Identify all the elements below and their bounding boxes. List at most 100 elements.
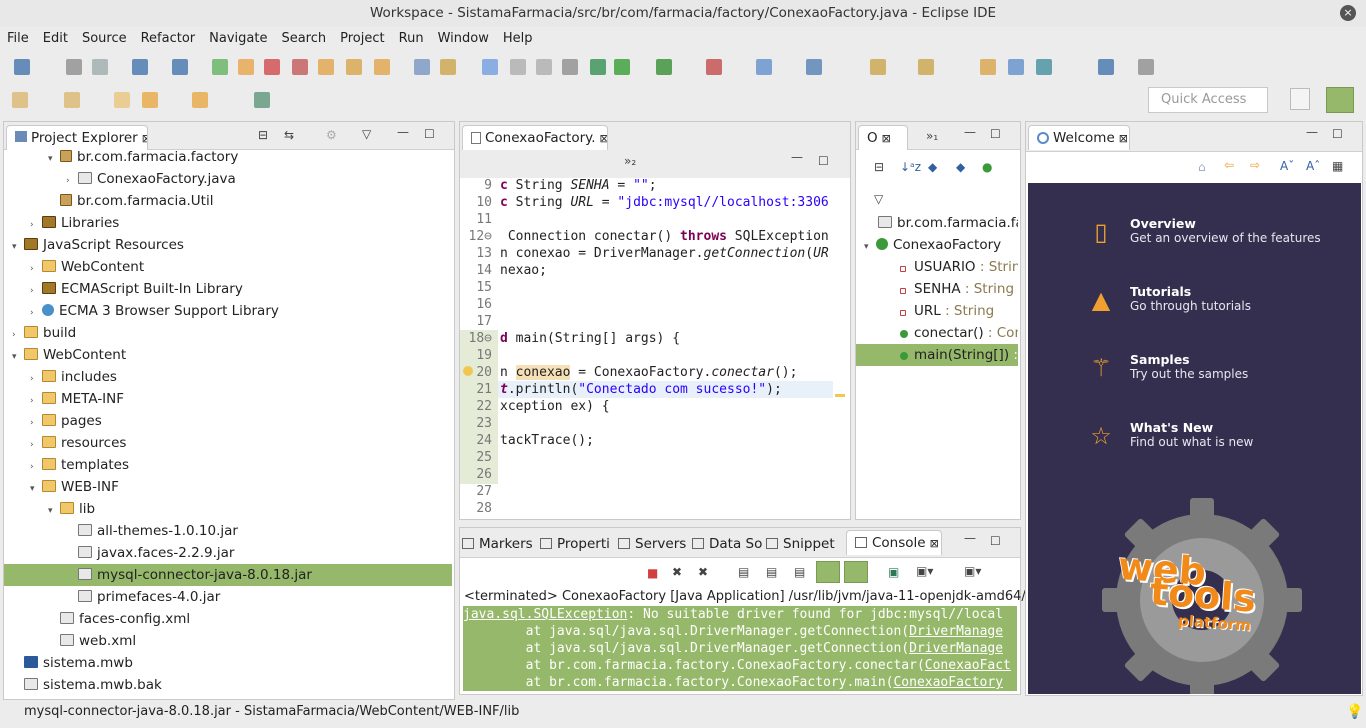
hide-static-icon[interactable]: ◆ <box>956 160 965 174</box>
toolbar-icon[interactable] <box>64 92 80 108</box>
editor-overflow-list[interactable]: »₂ <box>624 154 636 168</box>
graduation-cap-icon[interactable]: ▲ <box>1086 286 1116 314</box>
tree-item[interactable]: ▾ JavaScript Resources <box>4 234 452 256</box>
outline-overflow-list[interactable]: »₁ <box>926 129 938 143</box>
filter-icon[interactable]: ⚙ <box>326 128 337 142</box>
toolbar-icon[interactable] <box>614 59 630 75</box>
word-wrap-icon[interactable]: ▤ <box>794 565 805 579</box>
tab-welcome[interactable]: Welcome ⊠ <box>1028 125 1130 150</box>
expand-arrow-icon[interactable]: › <box>30 302 42 324</box>
outline-item[interactable]: USUARIO : String <box>856 256 1018 278</box>
lightbulb-icon[interactable]: 💡 <box>1346 704 1363 720</box>
hide-fields-icon[interactable]: ◆ <box>928 160 937 174</box>
tree-item[interactable]: › WebContent <box>4 256 452 278</box>
minimize-icon[interactable]: — <box>1306 125 1318 139</box>
home-icon[interactable]: ⌂ <box>1198 160 1206 174</box>
toolbar-icon[interactable] <box>918 59 934 75</box>
outline-item[interactable]: ▾ ConexaoFactory <box>856 234 1018 256</box>
link-editor-icon[interactable]: ⇆ <box>284 128 294 142</box>
clear-console-icon[interactable]: ▤ <box>738 565 749 579</box>
toolbar-icon[interactable] <box>1138 59 1154 75</box>
toolbar-icon[interactable] <box>980 59 996 75</box>
display-console-icon[interactable]: ▣▾ <box>916 564 933 578</box>
menu-help[interactable]: Help <box>496 27 540 51</box>
toolbar-icon[interactable] <box>264 59 280 75</box>
menu-navigate[interactable]: Navigate <box>202 27 274 51</box>
tab-servers[interactable]: Servers <box>618 536 686 552</box>
expand-arrow-icon[interactable]: ▾ <box>48 150 60 170</box>
scroll-lock-icon[interactable]: ▤ <box>766 565 777 579</box>
tree-item[interactable]: sistema.mwb <box>4 652 452 674</box>
expand-arrow-icon[interactable]: ▾ <box>12 236 24 258</box>
welcome-item-tutorials[interactable]: Tutorials Go through tutorials <box>1130 284 1251 313</box>
toolbar-icon[interactable] <box>374 59 390 75</box>
tree-item[interactable]: › META-INF <box>4 388 452 410</box>
toolbar-icon[interactable] <box>1036 59 1052 75</box>
expand-arrow-icon[interactable]: ▾ <box>30 478 42 500</box>
outline-item[interactable]: URL : String <box>856 300 1018 322</box>
stacktrace-link[interactable]: DriverManage <box>909 641 1003 656</box>
toolbar-icon[interactable] <box>1098 59 1114 75</box>
toolbar-icon[interactable] <box>482 59 498 75</box>
expand-arrow-icon[interactable]: › <box>30 412 42 434</box>
tree-item[interactable]: ▾ br.com.farmacia.factory <box>4 150 452 168</box>
welcome-item-samples[interactable]: Samples Try out the samples <box>1130 352 1248 381</box>
expand-arrow-icon[interactable]: › <box>66 170 78 192</box>
toolbar-icon[interactable] <box>870 59 886 75</box>
toolbar-icon[interactable] <box>114 92 130 108</box>
tree-item[interactable]: › ECMAScript Built-In Library <box>4 278 452 300</box>
show-on-stdout-icon[interactable] <box>816 561 840 583</box>
tree-item[interactable]: web.xml <box>4 630 452 652</box>
close-icon[interactable]: ⊠ <box>882 132 891 145</box>
toolbar-icon[interactable] <box>756 59 772 75</box>
font-smaller-icon[interactable]: Aˇ <box>1280 159 1294 173</box>
outline-item[interactable]: SENHA : String <box>856 278 1018 300</box>
tab-markers[interactable]: Markers <box>462 536 533 552</box>
hide-nonpublic-icon[interactable]: ● <box>982 160 992 174</box>
menu-run[interactable]: Run <box>392 27 431 51</box>
outline-item[interactable]: main(String[]) : v <box>856 344 1018 366</box>
stacktrace-link[interactable]: ConexaoFactory <box>893 675 1003 690</box>
expand-arrow-icon[interactable]: › <box>12 324 24 346</box>
toolbar-icon[interactable] <box>440 59 456 75</box>
maximize-icon[interactable]: ☐ <box>1332 127 1343 141</box>
toolbar-icon[interactable] <box>346 59 362 75</box>
menu-search[interactable]: Search <box>274 27 333 51</box>
view-menu-icon[interactable]: ▽ <box>874 192 883 206</box>
toolbar-icon[interactable] <box>14 59 30 75</box>
toolbar-icon[interactable] <box>414 59 430 75</box>
outline-item[interactable]: conectar() : Conn <box>856 322 1018 344</box>
expand-arrow-icon[interactable]: ▾ <box>12 346 24 368</box>
star-icon[interactable]: ☆ <box>1086 422 1116 450</box>
pin-console-icon[interactable]: ▣ <box>888 565 899 579</box>
stacktrace-link[interactable]: ConexaoFact <box>925 658 1011 673</box>
toolbar-icon[interactable] <box>510 59 526 75</box>
toolbar-icon[interactable] <box>590 59 606 75</box>
tree-item[interactable]: › build <box>4 322 452 344</box>
toolbar-icon[interactable] <box>212 59 228 75</box>
toolbar-icon[interactable] <box>292 59 308 75</box>
close-icon[interactable]: ⊠ <box>600 132 607 145</box>
tree-item[interactable]: faces-config.xml <box>4 608 452 630</box>
welcome-item-overview[interactable]: Overview Get an overview of the features <box>1130 216 1321 245</box>
tree-item[interactable]: › ECMA 3 Browser Support Library <box>4 300 452 322</box>
expand-arrow-icon[interactable]: ▾ <box>48 500 60 522</box>
expand-arrow-icon[interactable]: › <box>30 280 42 302</box>
menu-source[interactable]: Source <box>75 27 134 51</box>
toolbar-icon[interactable] <box>132 59 148 75</box>
tab-data-so[interactable]: Data So <box>692 536 762 552</box>
toolbar-icon[interactable] <box>12 92 28 108</box>
toolbar-icon[interactable] <box>172 59 188 75</box>
tree-item[interactable]: ▾ WEB-INF <box>4 476 452 498</box>
tab-project-explorer[interactable]: Project Explorer ⊠ <box>6 125 148 150</box>
toolbar-icon[interactable] <box>656 59 672 75</box>
toolbar-icon[interactable] <box>318 59 334 75</box>
expand-arrow-icon[interactable]: › <box>30 434 42 456</box>
toolbar-icon[interactable] <box>806 59 822 75</box>
tree-item[interactable]: sistema.mwb.bak <box>4 674 452 696</box>
toolbar-icon[interactable] <box>254 92 270 108</box>
menu-refactor[interactable]: Refactor <box>134 27 203 51</box>
toolbar-icon[interactable] <box>66 59 82 75</box>
tree-item[interactable]: ▾ WebContent <box>4 344 452 366</box>
open-perspective-icon[interactable] <box>1290 88 1310 110</box>
